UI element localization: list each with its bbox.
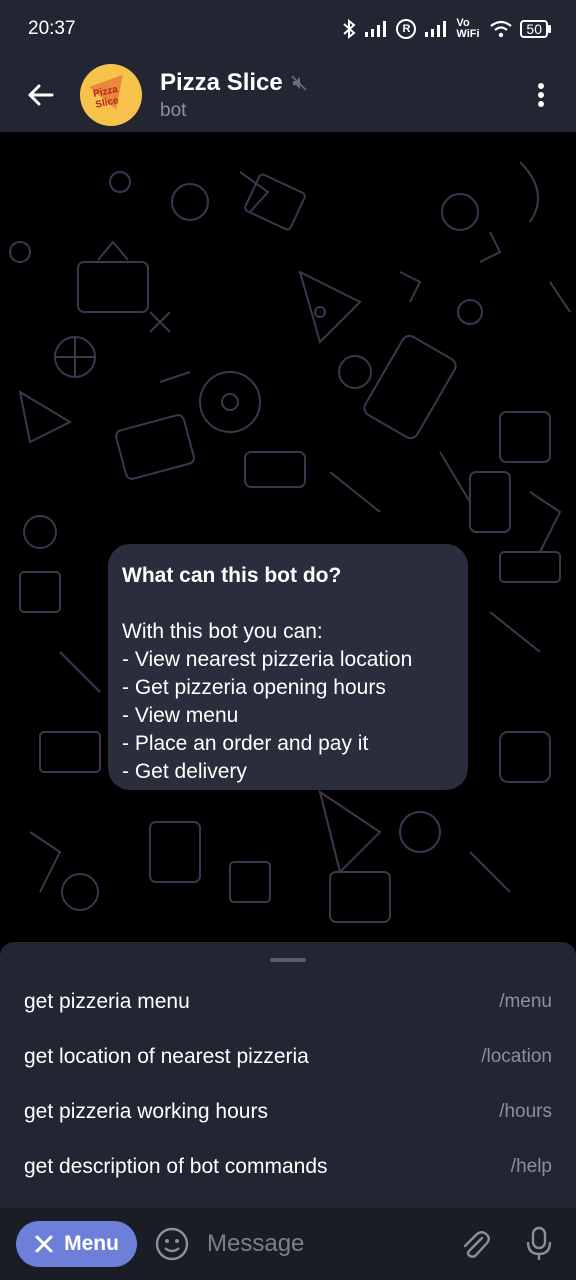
command-code: /location <box>481 1045 552 1067</box>
paperclip-icon <box>463 1231 490 1258</box>
status-icons: R Vo WiFi 50 <box>342 17 551 40</box>
bubble-item: - Place an order and pay it <box>122 732 369 755</box>
bot-commands-sheet: get pizzeria menu /menu get location of … <box>0 942 576 1208</box>
chat-title-area[interactable]: Pizza Slice bot <box>160 69 506 122</box>
close-icon <box>35 1235 53 1253</box>
signal-icon <box>365 21 387 37</box>
bluetooth-icon <box>343 19 356 39</box>
chat-title: Pizza Slice <box>160 68 283 96</box>
command-code: /hours <box>499 1100 552 1122</box>
message-input[interactable]: Message <box>207 1230 452 1258</box>
command-item-menu[interactable]: get pizzeria menu /menu <box>0 974 576 1029</box>
arrow-left-icon <box>28 84 54 106</box>
roaming-badge-label: R <box>396 19 417 39</box>
command-item-help[interactable]: get description of bot commands /help <box>0 1139 576 1194</box>
bubble-item: - View menu <box>122 704 239 727</box>
bubble-item: - Get delivery <box>122 760 247 783</box>
command-item-hours[interactable]: get pizzeria working hours /hours <box>0 1084 576 1139</box>
status-bar: 20:37 R Vo WiFi 50 <box>0 0 576 58</box>
voice-message-button[interactable] <box>516 1221 562 1267</box>
microphone-icon <box>526 1226 552 1260</box>
command-item-location[interactable]: get location of nearest pizzeria /locati… <box>0 1029 576 1084</box>
attach-button[interactable] <box>452 1221 498 1267</box>
emoji-button[interactable] <box>155 1227 189 1261</box>
signal-2-icon <box>425 21 447 37</box>
message-input-bar: Menu Message <box>0 1208 576 1280</box>
doodle-background <box>9 161 571 923</box>
volte-label: Vo WiFi <box>456 17 480 40</box>
sheet-drag-handle[interactable] <box>270 958 306 962</box>
more-vertical-icon <box>538 83 544 107</box>
back-button[interactable] <box>0 58 80 132</box>
more-options-button[interactable] <box>506 58 576 132</box>
chat-header: Pizza Slice Pizza Slice bot <box>0 58 576 132</box>
command-code: /help <box>510 1155 552 1177</box>
command-description: get pizzeria menu <box>24 989 190 1013</box>
chat-area[interactable]: What can this bot do? With this bot you … <box>0 132 576 942</box>
wifi-icon <box>490 20 513 38</box>
bot-description-bubble: What can this bot do? With this bot you … <box>108 544 468 790</box>
menu-button-label: Menu <box>64 1232 119 1255</box>
muted-icon <box>291 74 307 91</box>
command-code: /menu <box>499 990 552 1012</box>
chat-subtitle: bot <box>160 99 187 121</box>
bubble-item: - Get pizzeria opening hours <box>122 676 386 699</box>
bubble-item: - View nearest pizzeria location <box>122 648 413 671</box>
bubble-intro: With this bot you can: <box>122 620 323 643</box>
emoji-icon <box>155 1227 189 1261</box>
status-time: 20:37 <box>28 18 76 39</box>
battery-indicator: 50 <box>520 20 551 38</box>
bot-avatar[interactable]: Pizza Slice <box>80 64 142 126</box>
command-description: get description of bot commands <box>24 1154 328 1178</box>
menu-button[interactable]: Menu <box>16 1221 137 1267</box>
bubble-title: What can this bot do? <box>122 564 342 587</box>
command-description: get location of nearest pizzeria <box>24 1044 309 1068</box>
command-description: get pizzeria working hours <box>24 1099 268 1123</box>
